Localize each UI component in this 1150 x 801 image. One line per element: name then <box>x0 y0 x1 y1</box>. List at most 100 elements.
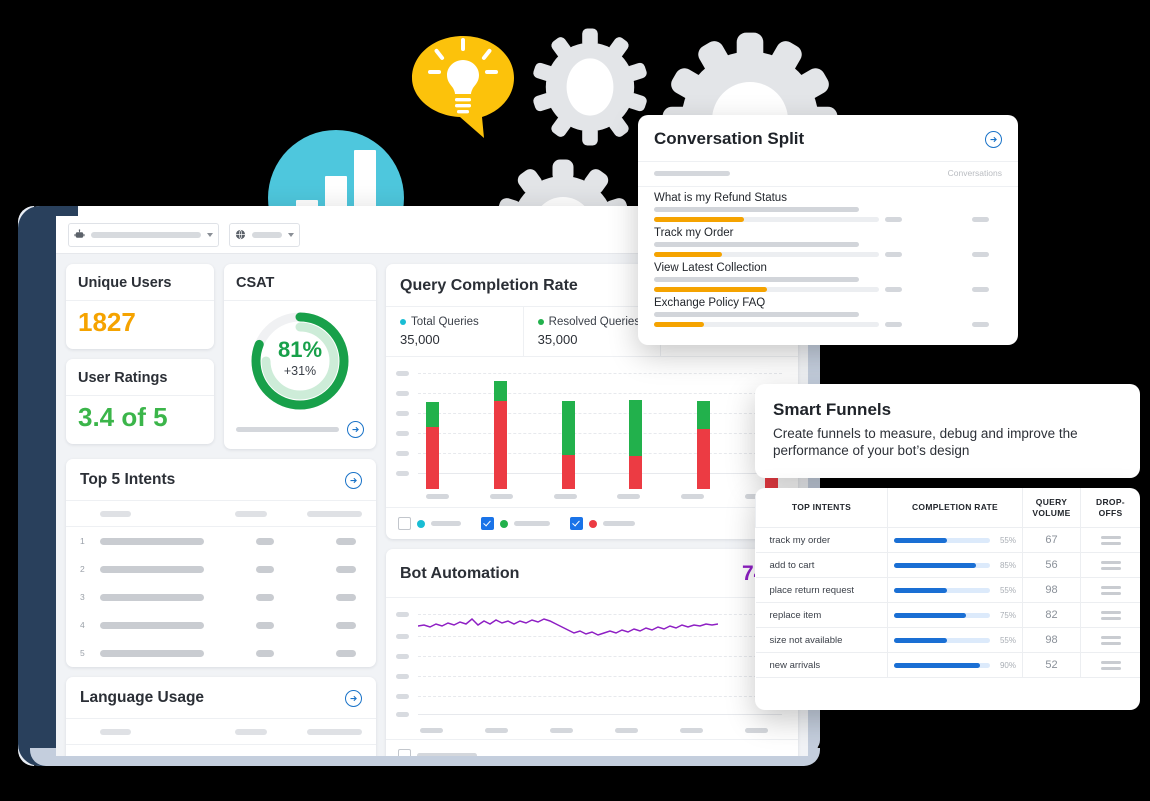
intent-label: View Latest Collection <box>654 262 767 274</box>
table-row: new arrivals 90% 52 <box>755 652 1140 679</box>
kpi-title: User Ratings <box>66 359 214 396</box>
rate-label: 85% <box>999 560 1016 570</box>
cell-intent: place return request <box>755 577 888 604</box>
panel-title: Bot Automation <box>400 565 520 582</box>
cell-drop-offs <box>1080 652 1140 679</box>
rate-label: 55% <box>999 535 1016 545</box>
cell-drop-offs <box>1080 552 1140 579</box>
cell-completion-rate: 55% <box>887 577 1023 604</box>
top-intents-detail-arrow-icon[interactable] <box>345 471 362 489</box>
language-selector-dropdown[interactable] <box>229 222 300 247</box>
panel-header: Top 5 Intents <box>66 459 376 501</box>
row-index: 3 <box>80 592 85 602</box>
list-item: 1 <box>66 527 376 555</box>
dropoff-placeholder-icon <box>1087 560 1134 570</box>
dropoff-placeholder-icon <box>1087 660 1134 670</box>
globe-icon <box>235 229 246 240</box>
intent-label: Track my Order <box>654 227 734 239</box>
cell-intent: size not available <box>755 627 888 654</box>
gear-icon-medium <box>525 22 655 152</box>
series-checkbox-automation[interactable] <box>398 749 411 756</box>
bar-column <box>629 379 643 489</box>
dropoff-placeholder-icon <box>1087 610 1134 620</box>
list-item: 3 <box>66 583 376 611</box>
conversation-split-item: Exchange Policy FAQ <box>638 292 1018 327</box>
legend-dot-icon <box>500 519 508 528</box>
column-header-top-intents: TOP INTENTS <box>755 488 888 529</box>
bar-column <box>493 379 507 489</box>
table-row: add to cart 85% 56 <box>755 552 1140 579</box>
kpi-card-unique-users: Unique Users 1827 <box>66 264 214 349</box>
smart-funnels-title: Smart Funnels <box>773 400 892 419</box>
bot-selector-dropdown[interactable] <box>68 222 219 247</box>
row-index: 5 <box>80 648 85 658</box>
cell-query-volume: 98 <box>1022 577 1081 604</box>
csat-card: CSAT 81% +31% <box>224 264 376 449</box>
bar-column <box>426 379 439 489</box>
bar-column <box>561 379 575 489</box>
legend-dot-icon <box>537 319 544 325</box>
list-item: 5 <box>66 639 376 667</box>
funnel-table: TOP INTENTS COMPLETION RATE QUERY VOLUME… <box>755 488 1140 679</box>
conversation-split-card: Conversation Split Conversations What is… <box>638 115 1018 345</box>
placeholder-column-headers <box>66 719 376 745</box>
conversation-split-detail-arrow-icon[interactable] <box>985 130 1002 148</box>
cell-query-volume: 67 <box>1022 527 1081 554</box>
cell-drop-offs <box>1080 527 1140 554</box>
cell-drop-offs <box>1080 577 1140 604</box>
lightbulb-speech-bubble-icon <box>408 32 518 147</box>
panel-header: Bot Automation 74% <box>386 549 798 598</box>
series-checkbox-unresolved[interactable] <box>570 517 583 530</box>
placeholder-column-headers <box>66 501 376 527</box>
smart-funnels-description: Create funnels to measure, debug and imp… <box>773 426 1078 458</box>
cell-completion-rate: 90% <box>887 652 1023 679</box>
conversation-split-item: What is my Refund Status <box>638 187 1018 222</box>
legend-value: 35,000 <box>537 332 578 347</box>
cell-intent: new arrivals <box>755 652 888 679</box>
dashboard-left-column: Unique Users 1827 User Ratings 3.4 of 5 … <box>66 264 376 756</box>
legend-dot-icon <box>417 519 425 528</box>
series-checkbox-total[interactable] <box>398 517 411 530</box>
cell-drop-offs <box>1080 602 1140 629</box>
series-checkbox-resolved[interactable] <box>481 517 494 530</box>
list-item: 1 <box>66 745 376 756</box>
language-detail-arrow-icon[interactable] <box>345 689 362 707</box>
rate-label: 75% <box>999 610 1016 620</box>
csat-donut-chart: 81% +31% <box>224 301 376 421</box>
dropoff-placeholder-icon <box>1087 535 1134 545</box>
intent-label: Exchange Policy FAQ <box>654 297 766 309</box>
kpi-value: 1827 <box>78 307 136 337</box>
cell-query-volume: 56 <box>1022 552 1081 579</box>
cell-completion-rate: 55% <box>887 627 1023 654</box>
conversation-split-item: Track my Order <box>638 222 1018 257</box>
column-header-query-volume: QUERY VOLUME <box>1022 488 1081 529</box>
legend-label: Resolved Queries <box>548 316 641 328</box>
dropoff-placeholder-icon <box>1087 635 1134 645</box>
funnel-table-card: TOP INTENTS COMPLETION RATE QUERY VOLUME… <box>755 488 1140 710</box>
bar-series <box>426 379 778 489</box>
chevron-down-icon <box>288 232 294 237</box>
smart-funnels-card: Smart Funnels Create funnels to measure,… <box>755 384 1140 478</box>
table-row: track my order 55% 67 <box>755 527 1140 554</box>
table-row: replace item 75% 82 <box>755 602 1140 629</box>
x-axis-labels <box>420 728 768 733</box>
kpi-card-user-ratings: User Ratings 3.4 of 5 <box>66 359 214 444</box>
intent-label: What is my Refund Status <box>654 192 787 204</box>
csat-detail-arrow-icon[interactable] <box>347 421 364 438</box>
bot-automation-legend <box>386 739 798 756</box>
list-item: 2 <box>66 555 376 583</box>
row-index: 2 <box>80 564 85 574</box>
panel-title: Top 5 Intents <box>80 471 176 488</box>
column-header-drop-offs: DROP-OFFS <box>1080 488 1140 529</box>
stacked-bar-chart <box>396 369 788 489</box>
conversation-split-item: View Latest Collection <box>638 257 1018 292</box>
rate-label: 55% <box>999 585 1016 595</box>
cell-intent: add to cart <box>755 552 888 579</box>
dropoff-placeholder-icon <box>1087 585 1134 595</box>
language-usage-panel: Language Usage 1 2 <box>66 677 376 756</box>
csat-value: 81% <box>277 337 323 362</box>
cell-query-volume: 82 <box>1022 602 1081 629</box>
row-index: 1 <box>80 754 90 756</box>
conversation-split-subheader: Conversations <box>638 161 1018 187</box>
cell-intent: track my order <box>755 527 888 554</box>
